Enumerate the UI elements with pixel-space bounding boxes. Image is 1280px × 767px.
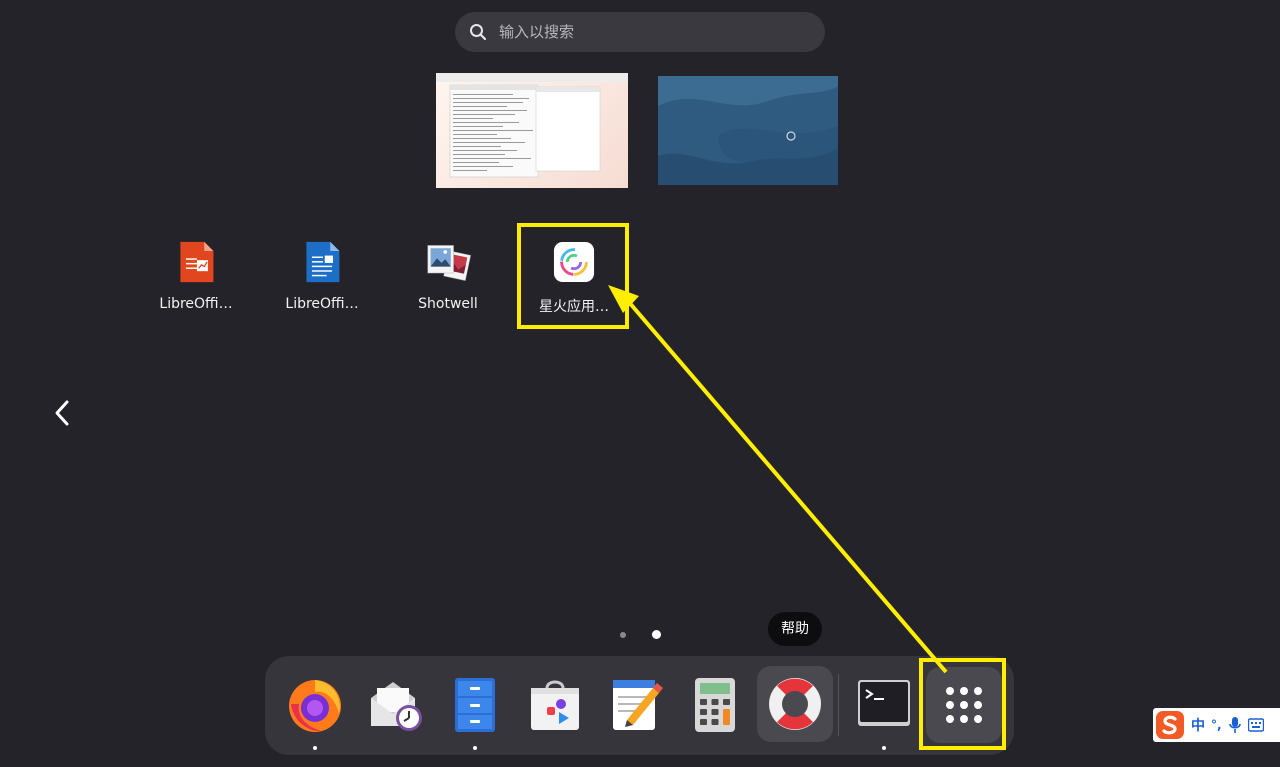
sogou-logo-icon: [1156, 711, 1184, 739]
microphone-icon: [1228, 717, 1241, 733]
ime-punct: °,: [1211, 718, 1222, 732]
keyboard-icon: [1247, 718, 1264, 732]
ime-mode: 中: [1191, 718, 1205, 734]
input-method-indicator[interactable]: 中 °,: [1153, 708, 1280, 742]
annotation-arrow: [608, 285, 948, 674]
